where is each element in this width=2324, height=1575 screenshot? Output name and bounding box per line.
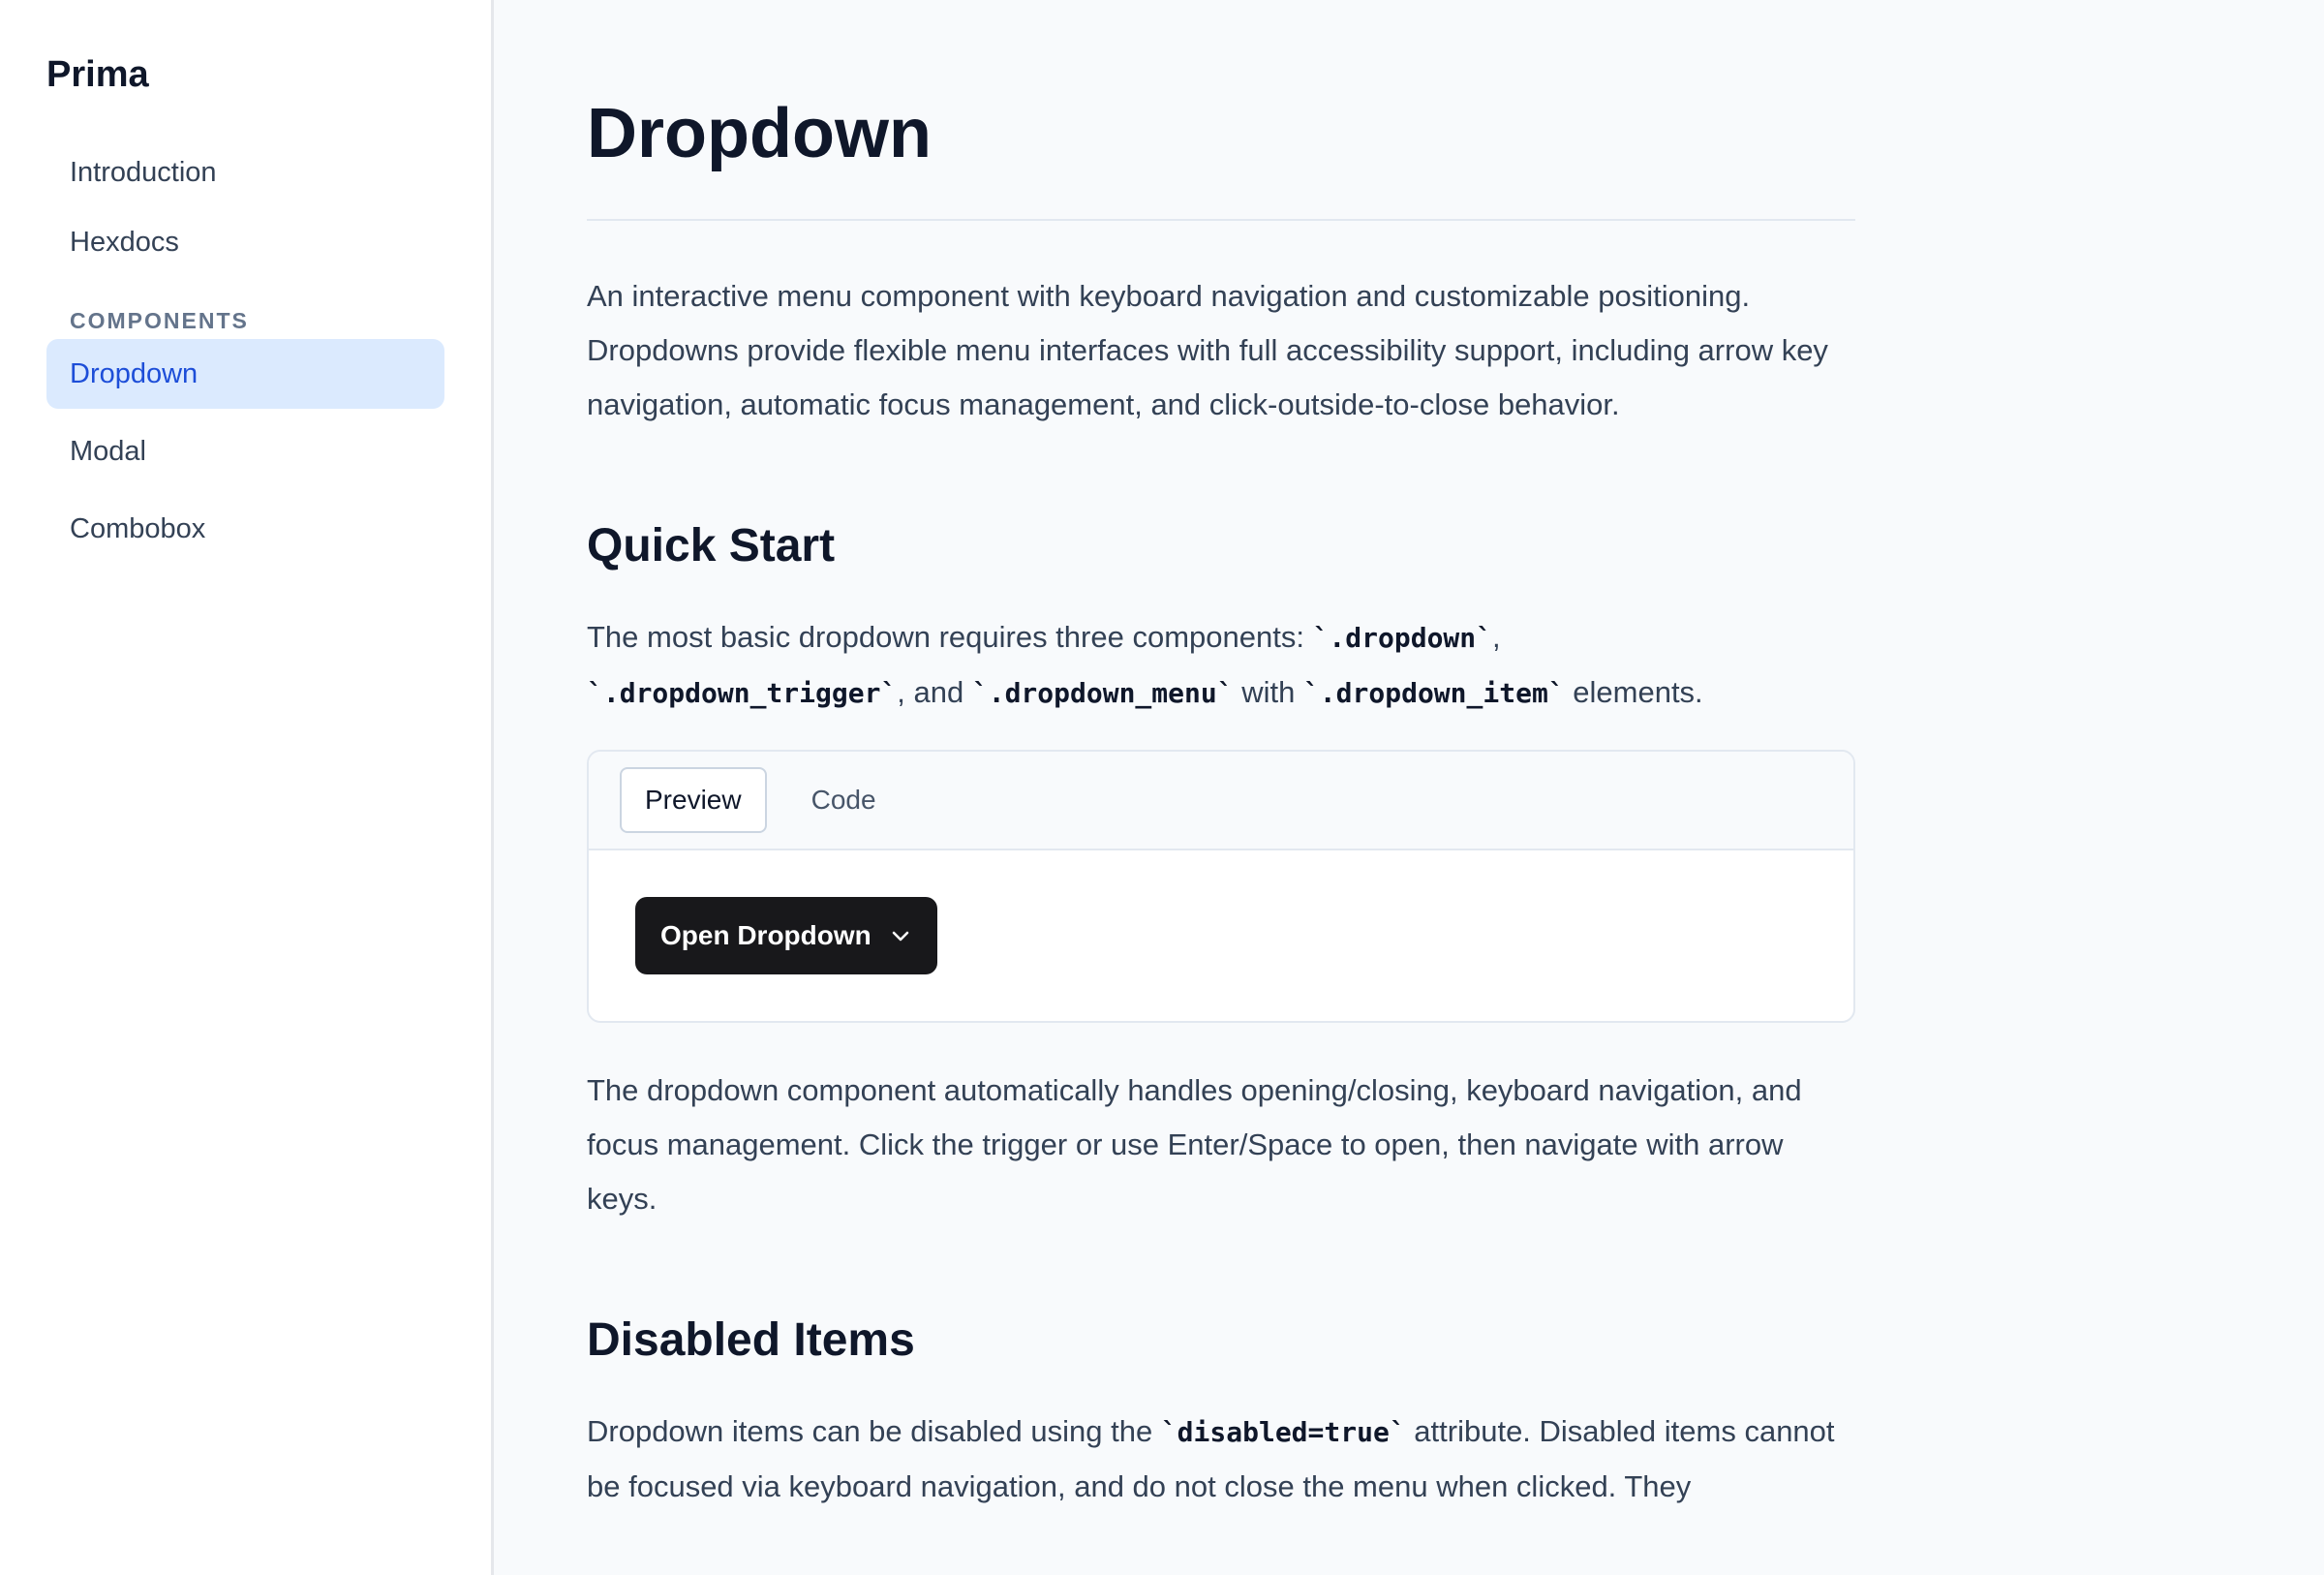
chevron-down-icon: [892, 931, 909, 942]
tab-preview[interactable]: Preview: [620, 767, 767, 833]
example-panel: Preview Code Open Dropdown: [587, 750, 1855, 1023]
text: , and: [897, 675, 972, 709]
open-dropdown-label: Open Dropdown: [660, 920, 872, 950]
section-heading-quick-start: Quick Start: [587, 520, 836, 571]
text: Dropdown items can be disabled using the: [587, 1414, 1161, 1448]
open-dropdown-button[interactable]: Open Dropdown: [635, 897, 937, 974]
brand-logo[interactable]: Prima: [46, 50, 444, 99]
sidebar-item-hexdocs[interactable]: Hexdocs: [46, 207, 444, 277]
text: ,: [1492, 620, 1501, 654]
text: The most basic dropdown requires three c…: [587, 620, 1313, 654]
example-preview: Open Dropdown: [589, 850, 1853, 1021]
sidebar-item-introduction[interactable]: Introduction: [46, 138, 444, 207]
code-disabled-true: `disabled=true`: [1160, 1416, 1406, 1448]
code-dropdown-item: `.dropdown_item`: [1302, 677, 1565, 709]
section-heading-disabled-items: Disabled Items: [587, 1314, 915, 1366]
text: elements.: [1564, 675, 1703, 709]
sidebar-item-combobox[interactable]: Combobox: [46, 494, 444, 564]
code-dropdown: `.dropdown`: [1312, 622, 1492, 654]
tab-code[interactable]: Code: [786, 767, 902, 833]
app-root: Prima Introduction Hexdocs COMPONENTS Dr…: [0, 0, 2324, 1575]
code-dropdown-menu: `.dropdown_menu`: [971, 677, 1234, 709]
quick-start-paragraph: The most basic dropdown requires three c…: [587, 610, 1855, 721]
sidebar-item-modal[interactable]: Modal: [46, 417, 444, 486]
quick-start-description: The dropdown component automatically han…: [587, 1073, 1802, 1216]
intro-paragraph: An interactive menu component with keybo…: [587, 279, 1828, 421]
sidebar-item-dropdown[interactable]: Dropdown: [46, 339, 444, 409]
main-content: Dropdown An interactive menu component w…: [494, 0, 2324, 1575]
example-tabs: Preview Code: [589, 752, 1853, 850]
sidebar: Prima Introduction Hexdocs COMPONENTS Dr…: [0, 0, 494, 1575]
page-title: Dropdown: [587, 89, 1855, 221]
text: with: [1233, 675, 1303, 709]
code-dropdown-trigger: `.dropdown_trigger`: [587, 677, 898, 709]
sidebar-section-components: COMPONENTS: [70, 308, 249, 333]
disabled-items-paragraph: Dropdown items can be disabled using the…: [587, 1405, 1855, 1514]
